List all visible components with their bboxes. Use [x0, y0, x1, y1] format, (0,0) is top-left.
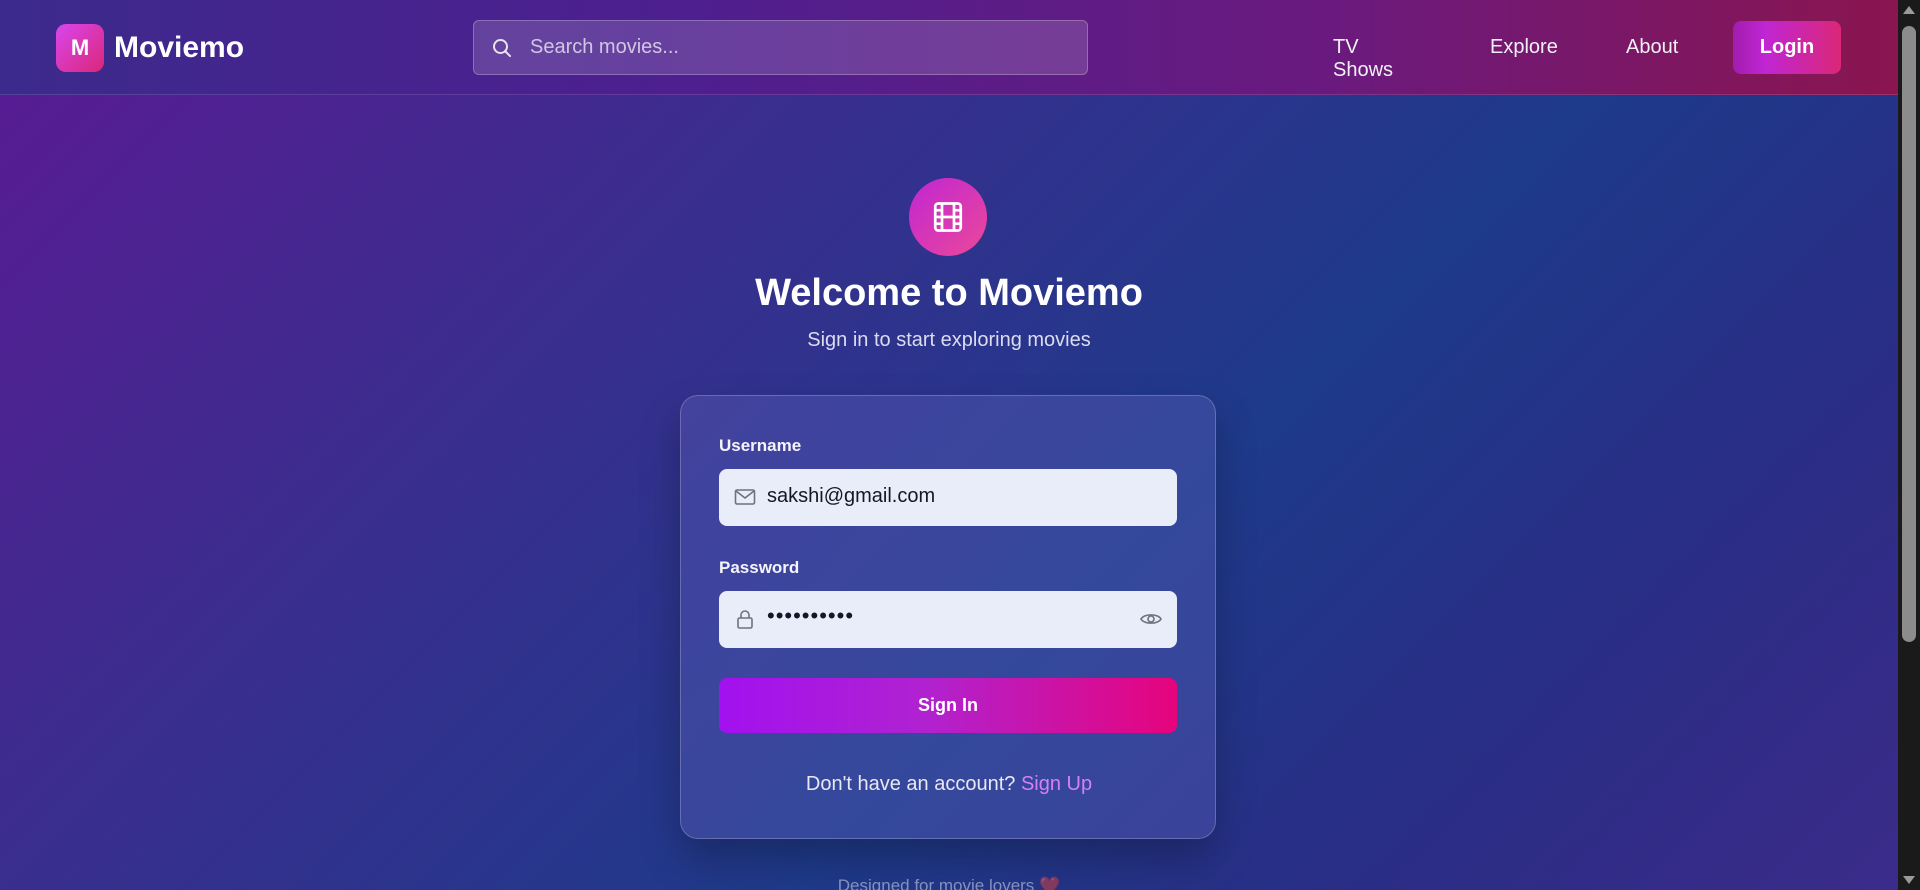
password-field[interactable]: ••••••••••: [719, 591, 1177, 648]
page-title: Welcome to Moviemo: [755, 272, 1143, 314]
nav-tv-shows[interactable]: TV Shows: [1333, 36, 1393, 82]
logo-badge: M: [56, 24, 104, 72]
nav-about[interactable]: About: [1626, 36, 1678, 59]
scroll-thumb[interactable]: [1902, 26, 1916, 642]
mail-icon: [734, 489, 756, 505]
signup-line: Don't have an account? Sign Up: [681, 773, 1217, 796]
sign-up-link[interactable]: Sign Up: [1021, 773, 1092, 795]
username-label: Username: [719, 436, 802, 455]
sign-in-button[interactable]: Sign In: [719, 678, 1177, 733]
login-card: Username sakshi@gmail.com Password •••••…: [680, 395, 1216, 839]
search-bar[interactable]: [473, 20, 1088, 75]
brand[interactable]: M Moviemo: [56, 24, 244, 72]
scroll-up-arrow-icon[interactable]: [1903, 6, 1915, 14]
nav-explore[interactable]: Explore: [1490, 36, 1558, 59]
navbar: M Moviemo TV Shows Explore About Login: [0, 0, 1898, 95]
search-icon: [493, 38, 511, 57]
username-field[interactable]: sakshi@gmail.com: [719, 469, 1177, 526]
eye-icon[interactable]: [1139, 607, 1163, 631]
footer-note: Designed for movie lovers ❤️: [837, 876, 1061, 890]
scroll-down-arrow-icon[interactable]: [1903, 876, 1915, 884]
signup-prompt: Don't have an account?: [805, 773, 1021, 795]
search-input[interactable]: [530, 36, 1070, 59]
password-label: Password: [719, 558, 800, 577]
brand-name: Moviemo: [114, 31, 245, 64]
page-subtitle: Sign in to start exploring movies: [807, 329, 1091, 351]
password-value[interactable]: ••••••••••: [767, 603, 854, 629]
login-button[interactable]: Login: [1733, 21, 1841, 74]
username-value[interactable]: sakshi@gmail.com: [767, 485, 935, 508]
lock-icon: [737, 610, 753, 629]
film-icon: [909, 178, 987, 256]
scrollbar[interactable]: [1898, 0, 1920, 890]
